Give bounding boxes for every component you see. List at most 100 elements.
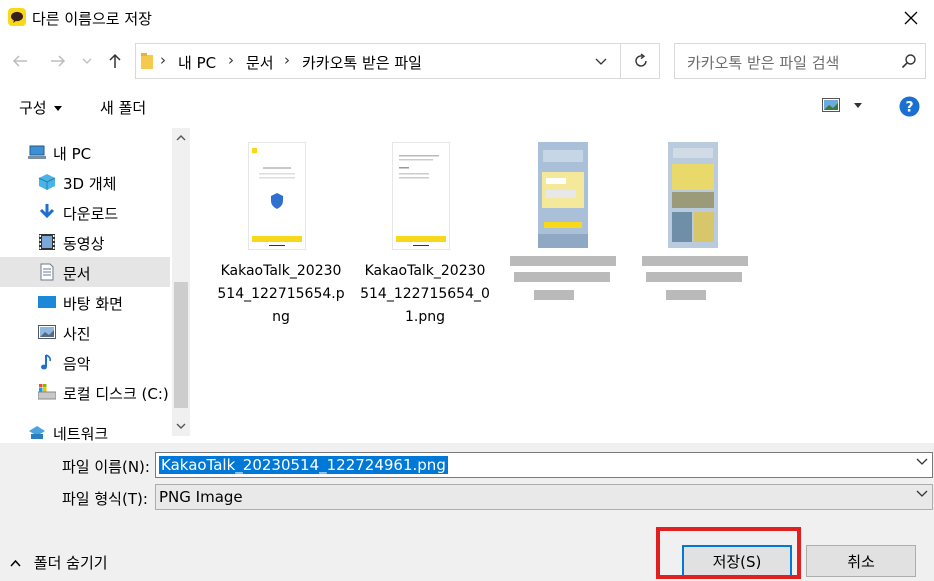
sidebar-item-my-pc[interactable]: 내 PC <box>0 137 170 167</box>
new-folder-button[interactable]: 새 폴더 <box>100 97 146 118</box>
sidebar-item-label: 로컬 디스크 (C:) <box>63 385 169 403</box>
search-input[interactable]: 카카오톡 받은 파일 검색 <box>674 43 926 79</box>
desktop-icon <box>38 296 56 308</box>
back-button[interactable] <box>9 50 31 72</box>
help-icon: ? <box>899 96 920 117</box>
sidebar-item-label: 다운로드 <box>63 205 119 223</box>
filename-label: 파일 이름(N): <box>62 458 150 476</box>
sidebar-item-3d-objects[interactable]: 3D 개체 <box>0 167 170 197</box>
sidebar-item-label: 문서 <box>63 265 91 283</box>
filetype-select[interactable]: PNG Image <box>155 484 933 510</box>
sidebar-item-label: 내 PC <box>53 145 92 163</box>
sidebar-item-label: 네트워크 <box>53 425 109 442</box>
file-item[interactable] <box>498 128 628 328</box>
svg-text:?: ? <box>905 100 913 116</box>
sidebar-item-documents[interactable]: 문서 <box>0 257 170 287</box>
refresh-icon <box>635 53 647 67</box>
close-icon <box>904 11 918 25</box>
screenshot-thumbnail-icon <box>249 143 305 249</box>
sidebar-item-downloads[interactable]: 다운로드 <box>0 197 170 227</box>
sidebar-item-music[interactable]: 음악 <box>0 347 170 377</box>
video-icon <box>39 234 55 250</box>
refresh-button[interactable] <box>620 44 661 78</box>
sidebar-item-local-disk[interactable]: 로컬 디스크 (C:) <box>0 377 170 407</box>
file-thumbnail <box>392 142 450 250</box>
close-button[interactable] <box>888 0 934 36</box>
file-item[interactable] <box>630 128 760 328</box>
forward-button[interactable] <box>47 50 69 72</box>
chevron-up-icon <box>10 559 21 567</box>
file-item[interactable]: KakaoTalk_20230 514_122715654.p ng <box>216 128 346 328</box>
title-bar: 다른 이름으로 저장 <box>0 0 934 36</box>
file-name-line: 514_122715654.p <box>217 286 345 302</box>
file-list[interactable]: KakaoTalk_20230 514_122715654.p ng Kakao… <box>192 128 934 442</box>
sidebar-item-videos[interactable]: 동영상 <box>0 227 170 257</box>
search-icon <box>901 54 916 69</box>
organize-button[interactable]: 구성 <box>19 97 63 118</box>
sidebar-item-desktop[interactable]: 바탕 화면 <box>0 287 170 317</box>
scroll-down-button[interactable] <box>172 418 190 434</box>
navigation-pane: 내 PC 3D 개체 다운로드 동영상 문서 바탕 화면 사진 음악 로컬 디스… <box>0 128 191 442</box>
file-name: KakaoTalk_20230 514_122715654.p ng <box>216 260 346 329</box>
address-dropdown-button[interactable] <box>584 44 618 78</box>
3d-objects-icon <box>38 174 56 190</box>
sidebar-item-label: 음악 <box>63 355 91 373</box>
up-button[interactable] <box>104 50 126 72</box>
file-name-line: 1.png <box>404 309 445 325</box>
filetype-value: PNG Image <box>159 488 243 506</box>
save-as-dialog: 다른 이름으로 저장 › 내 PC › 문서 › 카카오톡 받은 파일 카카오톡… <box>0 0 934 581</box>
chevron-down-icon <box>176 423 186 429</box>
file-thumbnail <box>248 142 306 250</box>
breadcrumb-separator-icon: › <box>228 51 234 69</box>
file-name-blurred <box>630 252 760 320</box>
local-disk-icon <box>38 384 56 400</box>
network-icon <box>29 426 45 439</box>
caret-down-icon <box>854 103 863 108</box>
pictures-icon <box>38 325 56 339</box>
window-title: 다른 이름으로 저장 <box>32 10 152 28</box>
arrow-left-icon <box>12 55 27 67</box>
chevron-down-icon <box>595 58 607 65</box>
sidebar-item-network[interactable]: 네트워크 <box>0 417 170 442</box>
chevron-down-icon <box>82 58 92 64</box>
breadcrumb-item-documents[interactable]: 문서 <box>246 52 274 73</box>
file-name-line: 514_122715654_0 <box>360 286 490 302</box>
address-bar[interactable]: › 내 PC › 문서 › 카카오톡 받은 파일 <box>135 43 660 79</box>
blurred-text-icon <box>642 256 748 300</box>
file-item[interactable]: KakaoTalk_20230 514_122715654_0 1.png <box>360 128 490 328</box>
file-thumbnail <box>538 142 588 250</box>
hide-folders-button[interactable]: 폴더 숨기기 <box>10 552 108 573</box>
kakaotalk-icon <box>8 8 26 26</box>
sidebar-item-label: 3D 개체 <box>63 175 117 193</box>
filename-value: KakaoTalk_20230514_122724961.png <box>159 456 448 474</box>
blurred-text-icon <box>510 256 616 300</box>
recent-locations-button[interactable] <box>80 50 94 72</box>
arrow-up-icon <box>109 53 121 68</box>
organize-label: 구성 <box>19 99 47 117</box>
hide-folders-label: 폴더 숨기기 <box>33 554 108 572</box>
file-name-blurred <box>498 252 628 320</box>
chevron-down-icon <box>916 490 928 497</box>
caret-down-icon <box>54 106 63 111</box>
folder-icon <box>141 53 153 69</box>
view-icon <box>822 98 840 112</box>
breadcrumb-separator-icon: › <box>284 51 290 69</box>
breadcrumb-item-kakaotalk-files[interactable]: 카카오톡 받은 파일 <box>302 52 422 73</box>
toolbar: 구성 새 폴더 <box>0 88 934 126</box>
download-icon <box>39 204 55 219</box>
pc-icon <box>28 145 46 159</box>
screenshot-thumbnail-icon <box>393 143 449 249</box>
cancel-button[interactable]: 취소 <box>806 545 916 577</box>
filename-input[interactable]: KakaoTalk_20230514_122724961.png <box>155 452 933 478</box>
file-name-line: ng <box>272 309 290 325</box>
sidebar-item-pictures[interactable]: 사진 <box>0 317 170 347</box>
scrollbar-thumb[interactable] <box>174 282 188 408</box>
filetype-label: 파일 형식(T): <box>62 490 148 508</box>
breadcrumb-item-my-pc[interactable]: 내 PC <box>178 52 216 73</box>
view-options-button[interactable] <box>822 98 863 116</box>
file-name-line: KakaoTalk_20230 <box>220 263 342 279</box>
blurred-thumbnail-icon <box>668 142 718 248</box>
file-thumbnail <box>668 142 718 250</box>
scroll-up-button[interactable] <box>172 130 190 146</box>
help-button[interactable]: ? <box>899 96 920 121</box>
